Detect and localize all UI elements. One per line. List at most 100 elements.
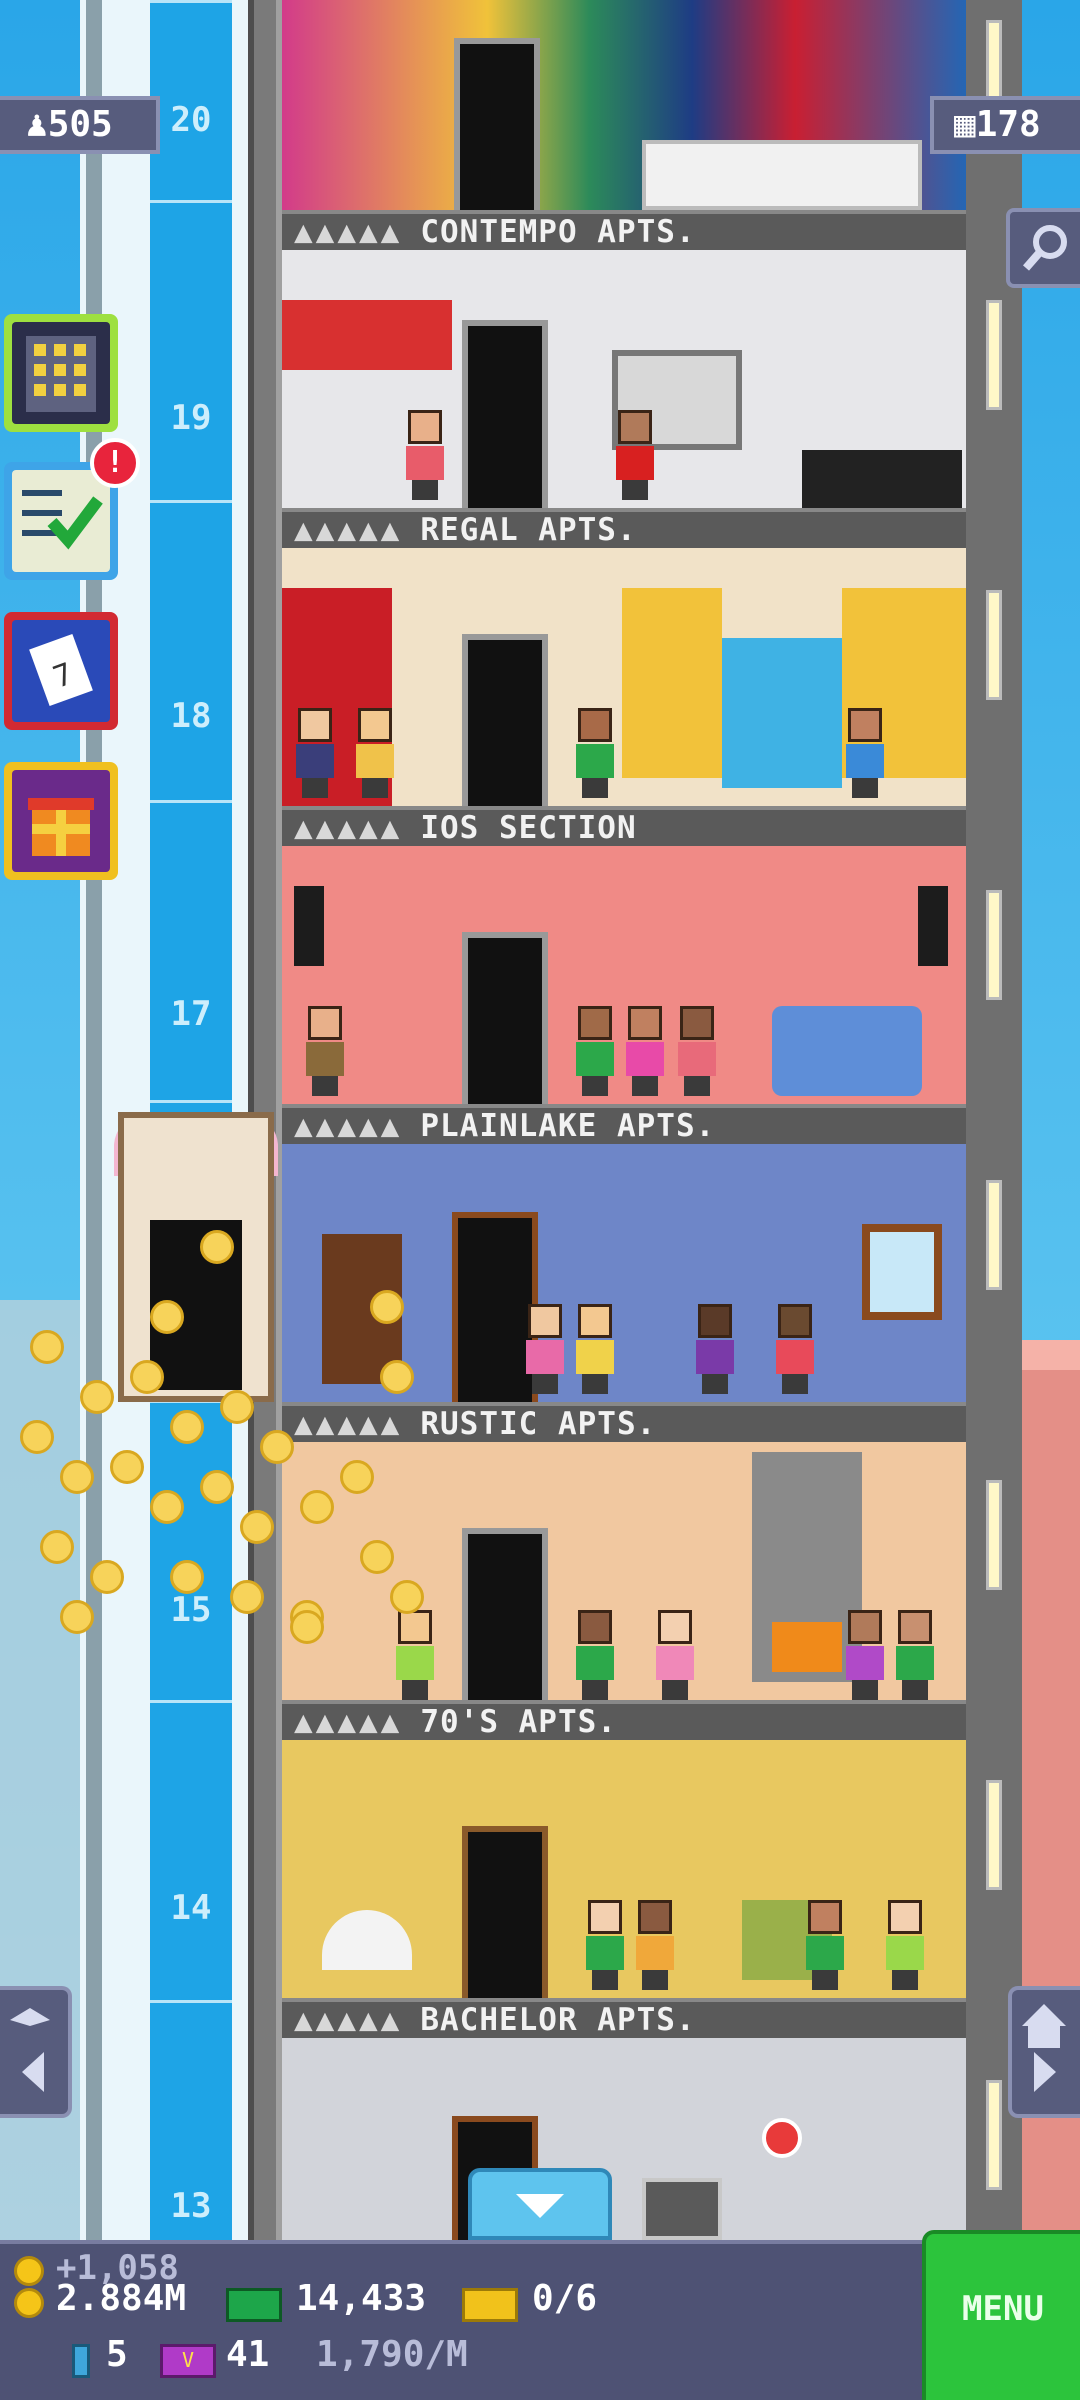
sofa <box>642 140 922 210</box>
floor-label[interactable]: ▲▲▲▲▲ PLAINLAKE APTS. <box>282 1104 966 1144</box>
vip-value[interactable]: 41 <box>226 2334 269 2375</box>
floor-room[interactable] <box>282 548 966 806</box>
home-right-icon <box>1022 2004 1066 2092</box>
floor-stars: ▲▲▲▲▲ <box>294 1406 403 1442</box>
resident[interactable] <box>572 1304 618 1394</box>
coin-particle <box>230 1580 264 1614</box>
floor-stars: ▲▲▲▲▲ <box>294 1704 403 1740</box>
resident[interactable] <box>392 1610 438 1700</box>
resident[interactable] <box>292 708 338 798</box>
shaft-divider <box>150 2000 232 2003</box>
floor-number: 14 <box>170 1888 212 1928</box>
wall-light <box>986 1180 1002 1290</box>
wall-art <box>282 300 452 370</box>
checklist-icon <box>12 470 110 572</box>
resident[interactable] <box>352 708 398 798</box>
gift-icon-svg <box>28 798 94 856</box>
airplane-left-icon <box>10 2008 50 2092</box>
fire <box>772 1622 842 1672</box>
resident[interactable] <box>612 410 658 500</box>
hanging-fireplace <box>322 1910 412 1970</box>
coin-particle <box>20 1420 54 1454</box>
resident[interactable] <box>572 1610 618 1700</box>
floor-label[interactable]: ▲▲▲▲▲ IOS SECTION <box>282 806 966 846</box>
floor-label[interactable]: ▲▲▲▲▲ RUSTIC APTS. <box>282 1402 966 1442</box>
coin-particle <box>60 1460 94 1494</box>
resident[interactable] <box>692 1304 738 1394</box>
dartboard <box>762 2118 802 2158</box>
shaft-divider <box>150 800 232 803</box>
towers-value[interactable]: 5 <box>106 2334 128 2375</box>
resident[interactable] <box>302 1006 348 1096</box>
floor-label[interactable]: ▲▲▲▲▲ CONTEMPO APTS. <box>282 210 966 250</box>
coin-particle <box>40 1530 74 1564</box>
resident[interactable] <box>802 1900 848 1990</box>
income-rate: 1,790/M <box>316 2334 468 2375</box>
floor-room[interactable] <box>282 0 966 210</box>
bux-icon <box>226 2288 282 2322</box>
resident[interactable] <box>772 1304 818 1394</box>
room-door <box>462 634 548 806</box>
checklist-icon-svg <box>22 490 103 550</box>
gift-button[interactable] <box>4 762 118 880</box>
resident[interactable] <box>522 1304 568 1394</box>
wall-light <box>986 590 1002 700</box>
home-nav-button[interactable] <box>1008 1986 1080 2118</box>
coin-particle <box>340 1460 374 1494</box>
person-icon: ♟ <box>26 104 48 145</box>
lobby-nav-button[interactable] <box>0 1986 72 2118</box>
search-button[interactable] <box>1006 208 1080 288</box>
resident[interactable] <box>882 1900 928 1990</box>
build-floor-button[interactable] <box>4 314 118 432</box>
coin-particle <box>360 1540 394 1574</box>
coin-total[interactable]: 2.884M <box>56 2278 186 2319</box>
speaker <box>918 886 948 966</box>
missions-alert-badge: ! <box>90 438 140 488</box>
floor-number: 13 <box>170 2186 212 2226</box>
resident[interactable] <box>842 1610 888 1700</box>
shaft-divider <box>150 200 232 203</box>
resident[interactable] <box>402 410 448 500</box>
floor-counter[interactable]: ▦178 <box>930 96 1080 154</box>
floor-room[interactable] <box>282 250 966 508</box>
resident[interactable] <box>572 1006 618 1096</box>
population-counter[interactable]: ♟505 <box>0 96 160 154</box>
building-grid-icon-svg <box>26 336 96 412</box>
coin-particle <box>220 1390 254 1424</box>
coin-particle <box>90 1560 124 1594</box>
menu-button[interactable]: MENU <box>922 2230 1080 2400</box>
resident[interactable] <box>572 708 618 798</box>
floor-room[interactable] <box>282 1740 966 1998</box>
shaft-divider <box>150 500 232 503</box>
coin-particle <box>30 1330 64 1364</box>
floor-name: BACHELOR APTS. <box>420 2002 696 2038</box>
floor-label[interactable]: ▲▲▲▲▲ REGAL APTS. <box>282 508 966 548</box>
coin-particle <box>150 1490 184 1524</box>
chevron-down-icon <box>516 2194 564 2218</box>
bux-value[interactable]: 14,433 <box>296 2278 426 2319</box>
curtain <box>622 588 722 778</box>
resident[interactable] <box>674 1006 720 1096</box>
resident[interactable] <box>582 1900 628 1990</box>
resident[interactable] <box>632 1900 678 1990</box>
coin-particle <box>300 1490 334 1524</box>
floor-name: 70'S APTS. <box>420 1704 617 1740</box>
floor-room[interactable] <box>282 1144 966 1402</box>
room-door <box>462 1528 548 1700</box>
resident[interactable] <box>892 1610 938 1700</box>
floor-name: PLAINLAKE APTS. <box>420 1108 716 1144</box>
speaker <box>294 886 324 966</box>
resident[interactable] <box>842 708 888 798</box>
floor-label[interactable]: ▲▲▲▲▲ 70'S APTS. <box>282 1700 966 1740</box>
population-value: 505 <box>47 104 113 145</box>
floor-room[interactable] <box>282 2038 966 2240</box>
calendar-button[interactable]: 7 <box>4 612 118 730</box>
resident[interactable] <box>622 1006 668 1096</box>
floor-room[interactable] <box>282 846 966 1104</box>
resident[interactable] <box>652 1610 698 1700</box>
scroll-down-button[interactable] <box>468 2168 612 2240</box>
tickets-value[interactable]: 0/6 <box>532 2278 597 2319</box>
floor-label[interactable]: ▲▲▲▲▲ BACHELOR APTS. <box>282 1998 966 2038</box>
shaft-divider <box>150 1700 232 1703</box>
arcade-machine <box>642 2178 722 2240</box>
